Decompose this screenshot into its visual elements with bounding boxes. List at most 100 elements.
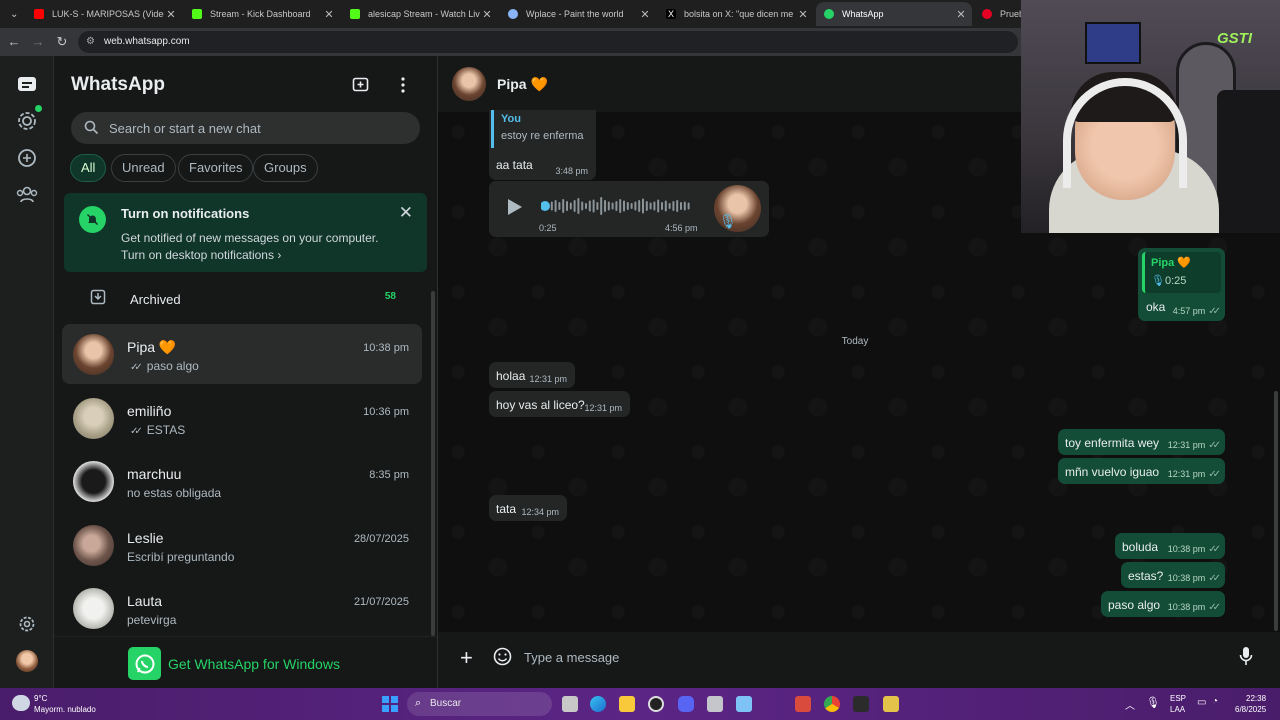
url-input[interactable]: ⚙ web.whatsapp.com (78, 31, 1018, 53)
close-icon[interactable]: ✕ (399, 203, 413, 223)
taskbar-search[interactable]: ⌕ Buscar (407, 692, 552, 716)
communities-icon[interactable] (15, 182, 39, 206)
store-icon[interactable] (795, 696, 811, 712)
tab-x[interactable]: Xbolsita on X: "que dicen me saco✕ (658, 2, 814, 26)
settings-icon[interactable] (15, 612, 39, 636)
mic-tray-icon[interactable]: 🎙 (1146, 696, 1160, 709)
tab-kick-dashboard[interactable]: Stream - Kick Dashboard ✕ (184, 2, 340, 26)
close-tab-icon[interactable]: ✕ (164, 8, 178, 21)
clock-time[interactable]: 22:38 (1246, 694, 1266, 703)
message-bubble[interactable]: boluda 10:38 pm ✓✓ (1115, 533, 1225, 559)
message-bubble[interactable]: tata 12:34 pm (489, 495, 567, 521)
channels-icon[interactable] (15, 146, 39, 170)
chrome-icon[interactable] (824, 696, 840, 712)
tab-youtube[interactable]: LUK-S - MARIPOSAS (Video Oficial)✕ (26, 2, 182, 26)
forward-icon[interactable]: → (30, 34, 46, 50)
search-placeholder: Search or start a new chat (109, 121, 261, 136)
chat-row-emilino[interactable]: emiliño 10:36 pm ✓✓ ESTAS (62, 388, 422, 448)
archived-row[interactable]: Archived 58 (62, 282, 422, 316)
chat-preview: petevirga (127, 613, 177, 627)
windows-start-icon[interactable] (382, 696, 398, 712)
clock-date[interactable]: 6/8/2025 (1235, 705, 1266, 714)
waveform-bar (566, 201, 568, 211)
wifi-icon[interactable]: ◔ (1212, 696, 1218, 707)
network-icon[interactable]: ▭ (1197, 697, 1206, 708)
close-tab-icon[interactable]: ✕ (322, 8, 336, 21)
play-icon[interactable] (507, 198, 523, 219)
waveform-bar (657, 199, 660, 213)
message-bubble[interactable]: toy enfermita wey 12:31 pm ✓✓ (1058, 429, 1225, 455)
message-bubble[interactable]: mñn vuelvo iguao 12:31 pm ✓✓ (1058, 458, 1225, 484)
filter-all[interactable]: All (70, 154, 107, 182)
sidebar-scrollbar[interactable] (431, 291, 435, 636)
close-tab-icon[interactable]: ✕ (480, 8, 494, 21)
app-icon[interactable] (883, 696, 899, 712)
chat-row-leslie[interactable]: Leslie 28/07/2025 Escribí preguntando (62, 515, 422, 575)
get-app-banner[interactable]: Get WhatsApp for Windows (54, 636, 437, 688)
reply-message-bubble[interactable]: Pipa 🧡 🎙0:25 oka 4:57 pm ✓✓ (1138, 248, 1225, 321)
waveform (541, 197, 690, 215)
chat-preview: ✓✓ ESTAS (130, 423, 186, 437)
waveform-bar (577, 198, 580, 214)
search-input[interactable]: Search or start a new chat (71, 112, 420, 144)
chats-icon[interactable] (15, 73, 39, 97)
chair (1217, 90, 1280, 233)
attach-icon[interactable]: + (460, 647, 473, 669)
tab-kick-stream[interactable]: alesicap Stream - Watch Live on Kick✕ (342, 2, 498, 26)
double-check-icon: ✓✓ (1208, 440, 1221, 451)
file-explorer-icon[interactable] (619, 696, 635, 712)
chat-time: 28/07/2025 (353, 533, 409, 545)
chat-list-sidebar: WhatsApp Search or start a new chat All … (54, 56, 438, 688)
message-bubble[interactable]: hoy vas al liceo? 12:31 pm (489, 391, 630, 417)
close-tab-icon[interactable]: ✕ (796, 8, 810, 21)
chat-row-pipa[interactable]: Pipa 🧡 10:38 pm ✓✓ paso algo (62, 324, 422, 384)
mic-button-icon[interactable] (1239, 646, 1253, 671)
language-label[interactable]: ESP (1170, 694, 1186, 703)
app-icon[interactable] (853, 696, 869, 712)
filter-groups[interactable]: Groups (253, 154, 318, 182)
tab-whatsapp[interactable]: WhatsApp ✕ (816, 2, 972, 26)
close-tab-icon[interactable]: ✕ (954, 8, 968, 21)
filter-unread[interactable]: Unread (111, 154, 176, 182)
filter-favorites[interactable]: Favorites (178, 154, 254, 182)
message-bubble[interactable]: holaa 12:31 pm (489, 362, 575, 388)
site-info-icon[interactable]: ⚙ (86, 31, 95, 53)
tab-wplace[interactable]: Wplace - Paint the world ✕ (500, 2, 656, 26)
quoted-message-bubble[interactable]: You estoy re enferma aa tata 3:48 pm (489, 110, 596, 180)
task-view-icon[interactable] (562, 696, 578, 712)
status-icon[interactable] (15, 105, 42, 133)
message-bubble[interactable]: estas? 10:38 pm ✓✓ (1121, 562, 1225, 588)
chat-scrollbar[interactable] (1274, 391, 1278, 631)
language-variant: LAA (1170, 705, 1186, 714)
tray-overflow-icon[interactable]: ︿ (1125, 697, 1135, 712)
playhead-knob[interactable] (541, 201, 550, 211)
menu-icon[interactable] (397, 76, 409, 94)
waveform-bar (672, 201, 675, 211)
reload-icon[interactable]: ↻ (54, 34, 70, 50)
tab-list-button[interactable]: ⌄ (0, 2, 24, 26)
waveform-bar (664, 200, 667, 212)
new-chat-icon[interactable] (352, 76, 370, 94)
contact-avatar[interactable] (452, 67, 486, 101)
message-input[interactable]: Type a message (524, 650, 619, 665)
contact-name[interactable]: Pipa 🧡 (497, 76, 548, 93)
photos-icon[interactable] (736, 696, 752, 712)
close-tab-icon[interactable]: ✕ (638, 8, 652, 21)
voice-message-bubble[interactable]: 0:25 4:56 pm 🎙 (489, 181, 769, 237)
profile-avatar[interactable] (15, 649, 39, 673)
chat-row-marchuu[interactable]: marchuu 8:35 pm no estas obligada (62, 451, 422, 511)
obs-icon[interactable] (648, 696, 664, 712)
message-bubble[interactable]: paso algo 10:38 pm ✓✓ (1101, 591, 1225, 617)
app-icon[interactable] (707, 696, 723, 712)
x-logo-icon: X (666, 9, 676, 19)
notification-link[interactable]: Turn on desktop notifications › (121, 248, 281, 262)
waveform-bar (596, 202, 599, 210)
archived-label: Archived (130, 292, 181, 307)
chat-row-lauta[interactable]: Lauta 21/07/2025 petevirga (62, 578, 422, 638)
edge-icon[interactable] (590, 696, 606, 712)
back-icon[interactable]: ← (6, 34, 22, 50)
emoji-icon[interactable] (493, 647, 512, 671)
discord-icon[interactable] (678, 696, 694, 712)
notification-banner: Turn on notifications Get notified of ne… (64, 193, 427, 272)
weather-icon[interactable] (12, 695, 30, 711)
